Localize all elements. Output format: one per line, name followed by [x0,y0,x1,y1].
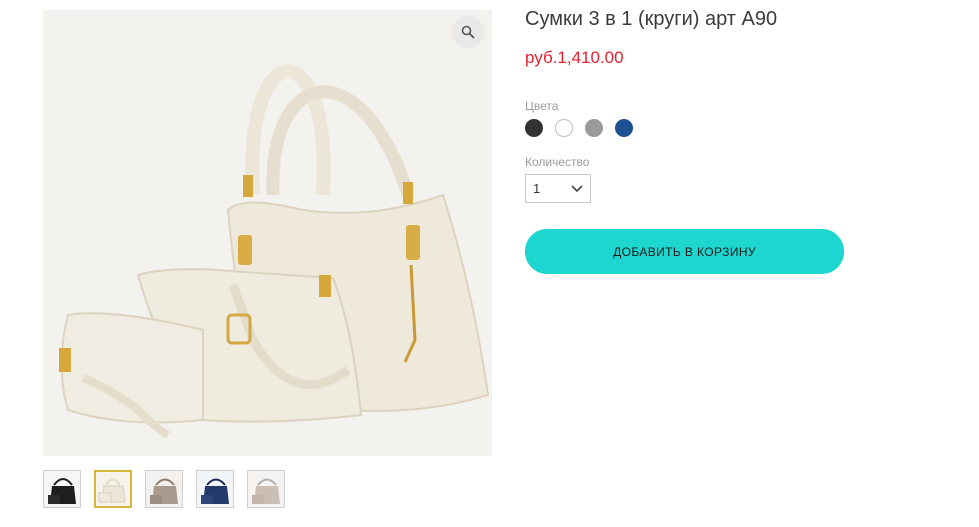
handbag-set-illustration [43,10,492,456]
quantity-value: 1 [533,181,541,196]
chevron-down-icon [571,184,583,192]
grey-bag-thumbnail [146,471,182,507]
product-price: руб.1,410.00 [525,48,624,67]
blue-bag-thumbnail [197,471,233,507]
add-to-cart-button[interactable]: ДОБАВИТЬ В КОРЗИНУ [525,229,844,274]
thumbnail-strip [43,470,285,508]
quantity-select[interactable]: 1 [525,174,591,203]
product-title: Сумки 3 в 1 (круги) арт А90 [525,8,778,30]
thumbnail-grey-brown[interactable] [145,470,183,508]
zoom-button[interactable] [452,16,484,48]
silver-bag-thumbnail [248,471,284,507]
black-bag-thumbnail [44,471,80,507]
product-image[interactable] [43,10,492,456]
color-swatch-dark[interactable] [525,119,543,137]
color-swatches [525,119,633,137]
quantity-label: Количество [525,155,590,169]
colors-label: Цвета [525,99,559,113]
color-swatch-blue[interactable] [615,119,633,137]
thumbnail-blue[interactable] [196,470,234,508]
color-swatch-white[interactable] [555,119,573,137]
white-bag-thumbnail [96,472,130,506]
thumbnail-silver[interactable] [247,470,285,508]
thumbnail-white[interactable] [94,470,132,508]
color-swatch-grey[interactable] [585,119,603,137]
thumbnail-black[interactable] [43,470,81,508]
magnifier-icon [461,25,475,39]
